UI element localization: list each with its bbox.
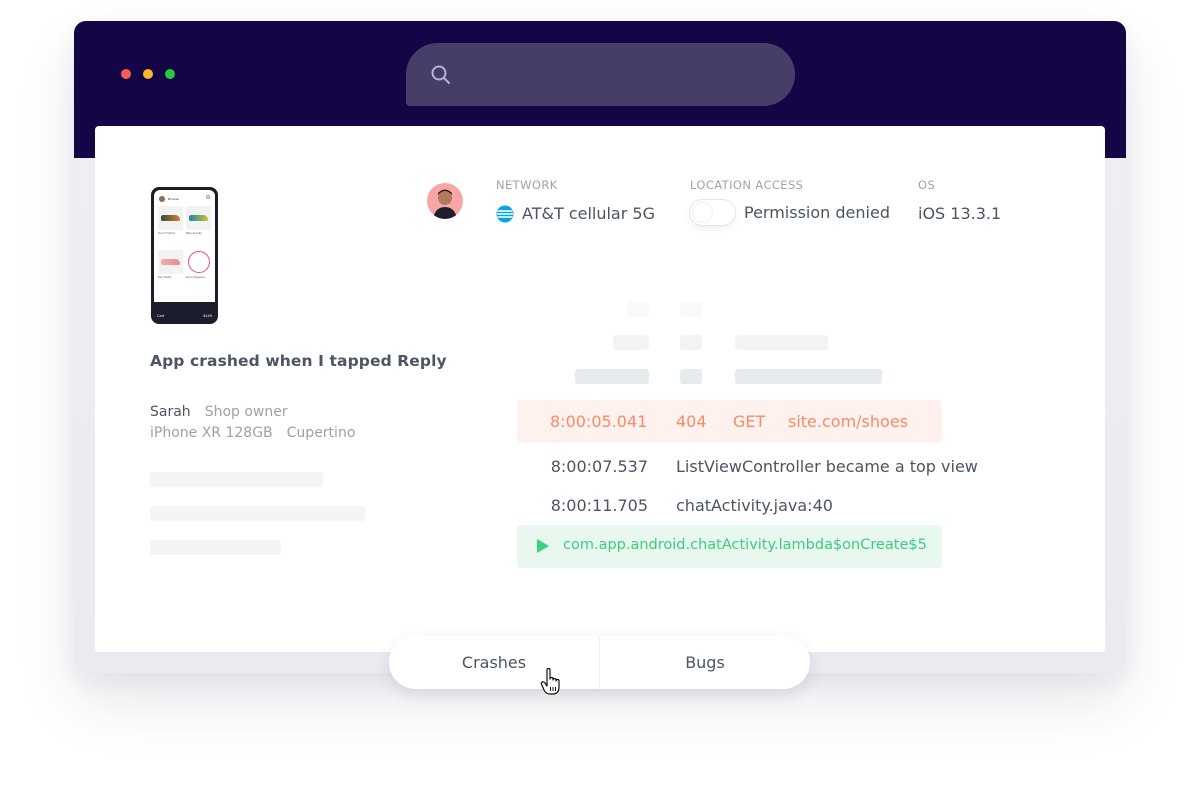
- traffic-lights: [121, 69, 175, 79]
- tab-bugs[interactable]: Bugs: [599, 636, 810, 689]
- log-placeholder: [575, 369, 649, 384]
- log-placeholder: [627, 302, 649, 317]
- log-time: 8:00:07.537: [550, 457, 648, 476]
- log-placeholder: [735, 369, 882, 384]
- placeholder-line: [150, 540, 281, 555]
- shoe-image: [161, 215, 180, 221]
- network-value: AT&T cellular 5G: [496, 204, 655, 223]
- log-method: GET: [733, 412, 766, 431]
- device-model: iPhone XR 128GB: [150, 425, 273, 441]
- app-window: Browse Zoom Flyknit Nike Gravity Epic Re…: [74, 21, 1126, 673]
- product-tile: [158, 250, 183, 274]
- user-avatar[interactable]: [427, 183, 463, 219]
- product-tile: [186, 206, 211, 230]
- placeholder-line: [150, 472, 323, 487]
- search-icon: [431, 65, 450, 84]
- log-placeholder: [680, 335, 702, 350]
- reporter-meta: Sarah Shop owner: [150, 404, 288, 420]
- location-access-value: Permission denied: [689, 199, 890, 226]
- log-placeholder: [680, 302, 702, 317]
- log-url: site.com/shoes: [788, 412, 908, 431]
- tap-highlight-circle: [188, 251, 210, 273]
- att-globe-icon: [496, 205, 514, 222]
- log-status: 404: [676, 412, 707, 431]
- network-value-text: AT&T cellular 5G: [522, 204, 655, 223]
- play-icon[interactable]: [537, 539, 549, 553]
- phone-screenshot[interactable]: Browse Zoom Flyknit Nike Gravity Epic Re…: [151, 187, 218, 324]
- device-location: Cupertino: [286, 425, 356, 441]
- phone-header: Browse: [159, 196, 179, 202]
- search-bar[interactable]: [406, 43, 795, 106]
- log-row[interactable]: 8:00:11.705 chatActivity.java:40: [517, 496, 833, 515]
- product-name: Zoom Flyknit: [158, 232, 175, 235]
- maximize-window-button[interactable]: [165, 69, 175, 79]
- log-placeholder: [613, 335, 649, 350]
- shoe-image: [161, 259, 180, 265]
- close-window-button[interactable]: [121, 69, 131, 79]
- placeholder-line: [150, 506, 365, 521]
- user-avatar-image: [433, 189, 457, 219]
- log-message: chatActivity.java:40: [676, 496, 833, 515]
- log-time: 8:00:11.705: [550, 496, 648, 515]
- tab-crashes[interactable]: Crashes: [389, 636, 599, 689]
- hand-pointer-cursor-icon: [540, 668, 560, 695]
- log-row[interactable]: 8:00:07.537 ListViewController became a …: [517, 457, 978, 476]
- phone-cart-total: $449: [203, 314, 212, 318]
- device-meta: iPhone XR 128GB Cupertino: [150, 425, 355, 441]
- issue-detail-card: Browse Zoom Flyknit Nike Gravity Epic Re…: [95, 126, 1105, 652]
- product-name: Zoom Pegasus: [186, 276, 205, 279]
- stack-trace-text: com.app.android.chatActivity.lambda$onCr…: [563, 537, 927, 553]
- location-access-label: LOCATION ACCESS: [690, 178, 804, 192]
- phone-avatar: [159, 196, 165, 202]
- location-access-toggle[interactable]: [689, 199, 736, 226]
- product-name: Nike Gravity: [186, 232, 202, 235]
- network-label: NETWORK: [496, 178, 558, 192]
- minimize-window-button[interactable]: [143, 69, 153, 79]
- issue-title: App crashed when I tapped Reply: [150, 352, 447, 370]
- location-access-text: Permission denied: [744, 203, 890, 222]
- log-row-error[interactable]: 8:00:05.041 404 GET site.com/shoes: [517, 400, 942, 443]
- issue-type-tabs: Crashes Bugs: [389, 636, 810, 689]
- log-message: ListViewController became a top view: [676, 457, 978, 476]
- product-name: Epic React: [158, 276, 172, 279]
- os-label: OS: [918, 178, 936, 192]
- phone-cart-label: Cart: [157, 314, 165, 318]
- os-value: iOS 13.3.1: [918, 204, 1002, 223]
- phone-title: Browse: [168, 197, 179, 201]
- product-tile: [158, 206, 183, 230]
- reporter-role: Shop owner: [204, 404, 288, 420]
- stack-trace-row[interactable]: com.app.android.chatActivity.lambda$onCr…: [517, 525, 942, 568]
- log-time: 8:00:05.041: [550, 412, 648, 431]
- log-placeholder: [735, 335, 828, 350]
- phone-screen: Browse Zoom Flyknit Nike Gravity Epic Re…: [154, 190, 215, 302]
- shoe-image: [189, 215, 208, 221]
- log-placeholder: [680, 369, 702, 384]
- phone-search-icon: [206, 195, 210, 199]
- phone-footer: Cart $449: [157, 314, 212, 318]
- toggle-knob: [692, 202, 713, 223]
- reporter-name: Sarah: [150, 404, 191, 420]
